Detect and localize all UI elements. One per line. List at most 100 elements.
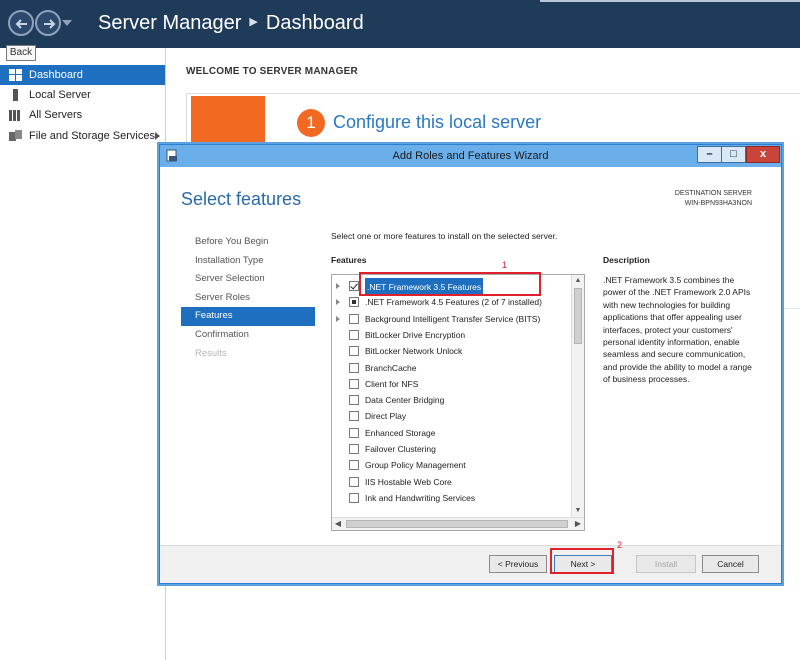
step-confirmation[interactable]: Confirmation <box>181 326 315 345</box>
feature-checkbox[interactable] <box>349 427 359 438</box>
install-button: Install <box>636 555 696 573</box>
breadcrumb-separator-icon: ▶ <box>249 16 258 28</box>
cancel-button[interactable]: Cancel <box>702 555 759 573</box>
step-server-selection[interactable]: Server Selection <box>181 270 315 289</box>
sidebar: Dashboard Local Server All Servers File … <box>0 48 166 660</box>
feature-checkbox[interactable] <box>349 313 359 324</box>
feature-checkbox[interactable] <box>349 362 359 373</box>
feature-client-for-nfs[interactable]: Client for NFS <box>332 376 572 392</box>
feature-failover-clustering[interactable]: Failover Clustering <box>332 441 572 457</box>
expand-arrow-icon[interactable] <box>336 299 340 306</box>
feature-label: Group Policy Management <box>365 460 466 471</box>
sidebar-item-label: All Servers <box>29 109 83 121</box>
chevron-right-icon <box>155 132 160 140</box>
close-button[interactable]: x <box>746 146 780 163</box>
feature-checkbox[interactable] <box>349 460 359 471</box>
breadcrumb: Server Manager ▶ Dashboard <box>98 12 364 35</box>
sidebar-item-local-server[interactable]: Local Server <box>0 85 165 105</box>
feature-label: .NET Framework 4.5 Features (2 of 7 inst… <box>365 297 542 308</box>
forward-button[interactable] <box>35 10 61 36</box>
feature-branchcache[interactable]: BranchCache <box>332 360 572 376</box>
scroll-down-icon[interactable]: ▼ <box>572 505 584 517</box>
destination-server-name: WIN-BPN93HA3NON <box>684 200 752 207</box>
sidebar-item-label: Local Server <box>29 89 91 101</box>
configure-local-server-link[interactable]: Configure this local server <box>333 112 541 133</box>
feature-checkbox[interactable] <box>349 492 359 503</box>
annotation-number-1: 1 <box>502 260 508 270</box>
back-button[interactable] <box>8 10 34 36</box>
scroll-right-icon[interactable]: ▶ <box>572 518 584 530</box>
feature-label: Data Center Bridging <box>365 395 445 406</box>
sidebar-item-dashboard[interactable]: Dashboard <box>0 65 165 85</box>
step-server-roles[interactable]: Server Roles <box>181 289 315 308</box>
scroll-thumb[interactable] <box>346 520 568 528</box>
arrow-left-icon <box>15 19 27 29</box>
feature-label: Client for NFS <box>365 378 419 389</box>
feature-checkbox[interactable] <box>349 395 359 406</box>
instruction-text: Select one or more features to install o… <box>331 231 558 241</box>
feature-enhanced-storage[interactable]: Enhanced Storage <box>332 425 572 441</box>
features-label: Features <box>331 255 367 265</box>
scroll-up-icon[interactable]: ▲ <box>572 275 584 287</box>
wizard-footer: < Previous Next > Install Cancel <box>160 545 781 583</box>
feature-label: Failover Clustering <box>365 444 436 454</box>
server-manager-header: Server Manager ▶ Dashboard <box>0 0 800 48</box>
feature-bitlocker-network-unlock[interactable]: BitLocker Network Unlock <box>332 343 572 359</box>
feature-checkbox[interactable] <box>349 297 359 308</box>
feature-direct-play[interactable]: Direct Play <box>332 408 572 424</box>
step-results: Results <box>195 347 227 359</box>
feature-label: BranchCache <box>365 362 417 373</box>
feature-ink-handwriting-services[interactable]: Ink and Handwriting Services <box>332 490 572 506</box>
server-icon <box>13 89 18 101</box>
step-features[interactable]: Features <box>181 307 315 326</box>
feature-bits[interactable]: Background Intelligent Transfer Service … <box>332 311 572 327</box>
window-edge-line <box>540 0 800 2</box>
wizard-titlebar[interactable]: Add Roles and Features Wizard – □ x <box>160 145 781 167</box>
feature-label: IIS Hostable Web Core <box>365 476 452 487</box>
add-roles-features-wizard: Add Roles and Features Wizard – □ x Sele… <box>159 144 782 584</box>
maximize-button[interactable]: □ <box>721 146 746 163</box>
servers-icon <box>9 110 20 121</box>
feature-group-policy-management[interactable]: Group Policy Management <box>332 457 572 473</box>
feature-iis-hostable-web-core[interactable]: IIS Hostable Web Core <box>332 474 572 490</box>
feature-data-center-bridging[interactable]: Data Center Bridging <box>332 392 572 408</box>
scroll-left-icon[interactable]: ◀ <box>332 518 344 530</box>
welcome-heading: WELCOME TO SERVER MANAGER <box>186 66 358 77</box>
previous-button[interactable]: < Previous <box>489 555 547 573</box>
features-horizontal-scrollbar[interactable]: ◀ ▶ <box>332 517 584 530</box>
features-vertical-scrollbar[interactable]: ▲ ▼ <box>571 275 584 517</box>
feature-checkbox[interactable] <box>349 281 359 291</box>
step-number-badge: 1 <box>297 109 325 137</box>
feature-checkbox[interactable] <box>349 329 359 340</box>
step-before-you-begin[interactable]: Before You Begin <box>181 233 315 252</box>
sidebar-item-file-storage[interactable]: File and Storage Services <box>0 126 165 146</box>
feature-checkbox[interactable] <box>349 444 359 454</box>
minimize-button[interactable]: – <box>697 146 722 163</box>
breadcrumb-current: Dashboard <box>265 12 364 34</box>
feature-checkbox[interactable] <box>349 346 359 357</box>
sidebar-item-label: Dashboard <box>29 69 83 81</box>
feature-checkbox[interactable] <box>349 476 359 487</box>
history-dropdown-icon[interactable] <box>62 20 72 26</box>
feature-checkbox[interactable] <box>349 411 359 422</box>
storage-icon <box>9 130 22 141</box>
step-installation-type[interactable]: Installation Type <box>181 252 315 271</box>
scroll-thumb[interactable] <box>574 288 582 344</box>
arrow-right-icon <box>44 19 56 29</box>
feature-net-framework-45[interactable]: .NET Framework 4.5 Features (2 of 7 inst… <box>332 294 572 310</box>
features-tree: .NET Framework 3.5 Features .NET Framewo… <box>331 274 585 531</box>
back-tooltip: Back <box>6 45 36 61</box>
sidebar-item-all-servers[interactable]: All Servers <box>0 105 165 125</box>
page-title: Select features <box>181 189 302 209</box>
wizard-title: Add Roles and Features Wizard <box>392 150 549 162</box>
expand-arrow-icon[interactable] <box>336 283 340 289</box>
expand-arrow-icon[interactable] <box>336 315 340 322</box>
feature-checkbox[interactable] <box>349 378 359 389</box>
feature-description: .NET Framework 3.5 combines the power of… <box>603 275 752 385</box>
annotation-box-2 <box>550 548 614 574</box>
feature-label: Background Intelligent Transfer Service … <box>365 313 541 324</box>
annotation-box-1 <box>359 272 541 296</box>
feature-bitlocker-drive-encryption[interactable]: BitLocker Drive Encryption <box>332 327 572 343</box>
feature-label: BitLocker Network Unlock <box>365 346 463 357</box>
destination-server-label: DESTINATION SERVER <box>674 190 752 197</box>
